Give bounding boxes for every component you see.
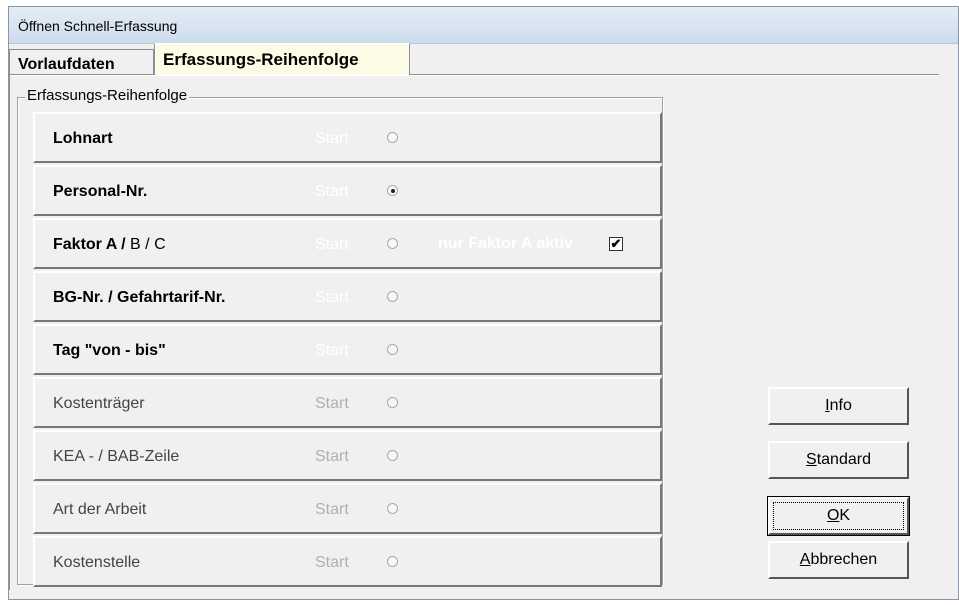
- row-label: Kostenträger: [53, 395, 145, 412]
- row-label: Faktor A / B / C: [53, 236, 166, 254]
- tab-strip-highlight: [9, 75, 939, 76]
- ok-label: K: [839, 507, 851, 524]
- ok-mnemonic: O: [826, 507, 840, 524]
- start-label: Start: [315, 289, 349, 306]
- start-label: Start: [315, 183, 349, 200]
- row-label: Lohnart: [53, 130, 113, 147]
- start-radio[interactable]: [387, 238, 398, 249]
- start-radio[interactable]: [387, 185, 398, 196]
- groupbox-legend: Erfassungs-Reihenfolge: [25, 87, 190, 104]
- start-label: Start: [315, 554, 349, 571]
- row-label: Tag "von - bis": [53, 342, 166, 359]
- row-bg-nr: BG-Nr. / Gefahrtarif-Nr. Start: [33, 271, 662, 322]
- row-kea-bab: KEA - / BAB-Zeile Start: [33, 430, 662, 481]
- tab-vorlaufdaten[interactable]: Vorlaufdaten: [9, 49, 154, 74]
- cancel-mnemonic: A: [799, 551, 811, 568]
- start-radio[interactable]: [387, 132, 398, 143]
- row-label: Personal-Nr.: [53, 183, 148, 200]
- faktor-a-only-label: nur Faktor A aktiv: [438, 235, 573, 252]
- start-label: Start: [315, 342, 349, 359]
- standard-button[interactable]: Standard: [768, 441, 909, 479]
- standard-label: tandard: [816, 451, 871, 468]
- row-label-thin: B / C: [125, 236, 166, 253]
- start-label: Start: [315, 395, 349, 412]
- standard-mnemonic: S: [806, 451, 817, 468]
- start-label: Start: [315, 448, 349, 465]
- row-kostenstelle: Kostenstelle Start: [33, 536, 662, 587]
- row-art-der-arbeit: Art der Arbeit Start: [33, 483, 662, 534]
- start-radio[interactable]: [387, 291, 398, 302]
- row-tag-von-bis: Tag "von - bis" Start: [33, 324, 662, 375]
- start-radio[interactable]: [387, 397, 398, 408]
- row-personal-nr: Personal-Nr. Start: [33, 165, 662, 216]
- row-label: Kostenstelle: [53, 554, 141, 571]
- start-radio[interactable]: [387, 450, 398, 461]
- row-faktor: Faktor A / B / C Start nur Faktor A akti…: [33, 218, 662, 269]
- row-label: KEA - / BAB-Zeile: [53, 448, 180, 465]
- start-label: Start: [315, 501, 349, 518]
- sequence-list: Lohnart Start Personal-Nr. Start Faktor …: [33, 112, 662, 589]
- start-radio[interactable]: [387, 556, 398, 567]
- info-button[interactable]: Info: [768, 387, 909, 425]
- tab-erfassungs-reihenfolge[interactable]: Erfassungs-Reihenfolge: [154, 43, 410, 75]
- row-label: BG-Nr. / Gefahrtarif-Nr.: [53, 289, 226, 306]
- window-title: Öffnen Schnell-Erfassung: [18, 18, 178, 34]
- tab-panel-border: [9, 74, 10, 590]
- cancel-label: bbrechen: [810, 551, 878, 568]
- info-label: nfo: [829, 397, 852, 414]
- start-radio[interactable]: [387, 344, 398, 355]
- start-radio[interactable]: [387, 503, 398, 514]
- start-label: Start: [315, 236, 349, 253]
- cancel-button[interactable]: Abbrechen: [768, 541, 909, 579]
- ok-button[interactable]: OK: [768, 497, 909, 535]
- faktor-a-only-checkbox[interactable]: ✔: [609, 237, 623, 251]
- row-label-bold: Faktor A /: [53, 236, 126, 253]
- row-lohnart: Lohnart Start: [33, 112, 662, 163]
- start-label: Start: [315, 130, 349, 147]
- title-bar[interactable]: Öffnen Schnell-Erfassung: [9, 7, 958, 44]
- row-kostentraeger: Kostenträger Start: [33, 377, 662, 428]
- row-label: Art der Arbeit: [53, 501, 147, 518]
